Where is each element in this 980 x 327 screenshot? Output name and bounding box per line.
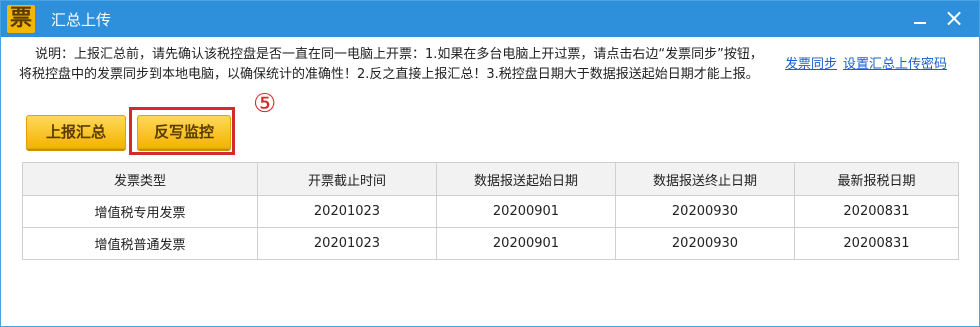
table-row[interactable]: 增值税普通发票 20201023 20200901 20200930 20200…: [22, 227, 959, 260]
cell-start-date: 20200901: [436, 195, 616, 228]
summary-upload-window: 票 汇总上传 × 说明：上报汇总前，请先确认该税控盘是否一直在同一电脑上开票：1…: [0, 0, 980, 327]
cell-end-date: 20200930: [615, 227, 795, 260]
minimize-button[interactable]: [907, 5, 933, 31]
title-bar[interactable]: 票 汇总上传 ×: [1, 1, 979, 37]
table-row[interactable]: 增值税专用发票 20201023 20200901 20200930 20200…: [22, 195, 959, 228]
invoice-app-icon: 票: [7, 5, 35, 33]
window-title: 汇总上传: [51, 11, 112, 29]
column-header-end-date: 数据报送终止日期: [615, 162, 795, 196]
cell-invoice-type: 增值税普通发票: [22, 227, 258, 260]
close-button[interactable]: ×: [941, 5, 967, 31]
cell-invoice-type: 增值税专用发票: [22, 195, 258, 228]
invoice-summary-table: 发票类型 开票截止时间 数据报送起始日期 数据报送终止日期 最新报税日期 增值税…: [22, 162, 959, 260]
minimize-icon: [914, 22, 926, 24]
upload-summary-button[interactable]: 上报汇总: [26, 115, 126, 149]
action-links: 发票同步 设置汇总上传密码: [785, 53, 947, 72]
set-upload-password-link[interactable]: 设置汇总上传密码: [843, 57, 947, 72]
step-number-marker: ⑤: [253, 89, 277, 119]
highlight-annotation-box: [129, 107, 235, 155]
column-header-invoice-type: 发票类型: [22, 162, 258, 196]
invoice-sync-link[interactable]: 发票同步: [785, 57, 837, 72]
cell-cutoff-time: 20201023: [257, 227, 437, 260]
column-header-latest-tax-date: 最新报税日期: [794, 162, 959, 196]
close-icon: ×: [943, 4, 965, 32]
column-header-cutoff-time: 开票截止时间: [257, 162, 437, 196]
instructions-text: 说明：上报汇总前，请先确认该税控盘是否一直在同一电脑上开票：1.如果在多台电脑上…: [19, 47, 763, 82]
cell-latest-tax-date: 20200831: [794, 227, 959, 260]
cell-cutoff-time: 20201023: [257, 195, 437, 228]
cell-latest-tax-date: 20200831: [794, 195, 959, 228]
cell-start-date: 20200901: [436, 227, 616, 260]
table-header-row: 发票类型 开票截止时间 数据报送起始日期 数据报送终止日期 最新报税日期: [22, 162, 959, 196]
cell-end-date: 20200930: [615, 195, 795, 228]
column-header-start-date: 数据报送起始日期: [436, 162, 616, 196]
